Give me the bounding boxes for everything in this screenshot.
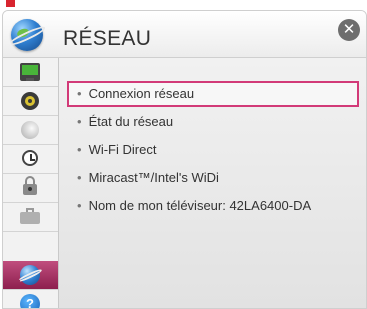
menu-item-label: Miracast™/Intel's WiDi [88,170,219,185]
network-menu: • Connexion réseau • État du réseau • Wi-Fi… [59,58,366,308]
speaker-icon [21,92,39,110]
close-button[interactable]: ✕ [338,19,360,41]
bullet-icon: • [77,114,82,129]
menu-item-label: Connexion réseau [88,86,195,101]
menu-item-network-connection[interactable]: • Connexion réseau [67,81,359,107]
sidebar-item-network[interactable] [3,261,58,290]
satellite-dish-icon [21,121,39,139]
page-title: RÉSEAU [63,27,152,50]
menu-item-network-status[interactable]: • État du réseau [67,109,359,135]
menu-item-label: Wi-Fi Direct [88,142,157,157]
red-marker-icon [6,0,15,7]
help-icon: ? [20,294,40,308]
bullet-icon: • [77,86,82,101]
bullet-icon: • [77,198,82,213]
clock-icon [22,150,38,166]
sidebar-item-support[interactable]: ? [3,290,58,308]
panel-header: RÉSEAU ✕ [3,11,366,58]
menu-item-label: État du réseau [88,114,174,129]
lock-icon [23,176,37,195]
monitor-icon [20,63,40,81]
bullet-icon: • [77,170,82,185]
briefcase-icon [20,208,40,224]
sidebar-item-time[interactable] [3,145,58,174]
menu-item-wifi-direct[interactable]: • Wi-Fi Direct [67,137,359,163]
settings-sidebar: ? [3,58,59,308]
menu-item-label: Nom de mon téléviseur: 42LA6400-DA [88,198,312,213]
sidebar-item-channels[interactable] [3,116,58,145]
network-globe-icon [11,19,43,51]
sidebar-item-lock[interactable] [3,174,58,203]
menu-item-miracast[interactable]: • Miracast™/Intel's WiDi [67,165,359,191]
sidebar-item-picture[interactable] [3,58,58,87]
menu-item-tv-name[interactable]: • Nom de mon téléviseur: 42LA6400-DA [67,193,359,219]
network-globe-icon [20,265,40,285]
network-settings-panel: RÉSEAU ✕ ? • Connexion réseau • État du … [2,10,367,309]
bullet-icon: • [77,142,82,157]
sidebar-item-options[interactable] [3,203,58,232]
cropped-heading [0,0,367,10]
sidebar-item-audio[interactable] [3,87,58,116]
